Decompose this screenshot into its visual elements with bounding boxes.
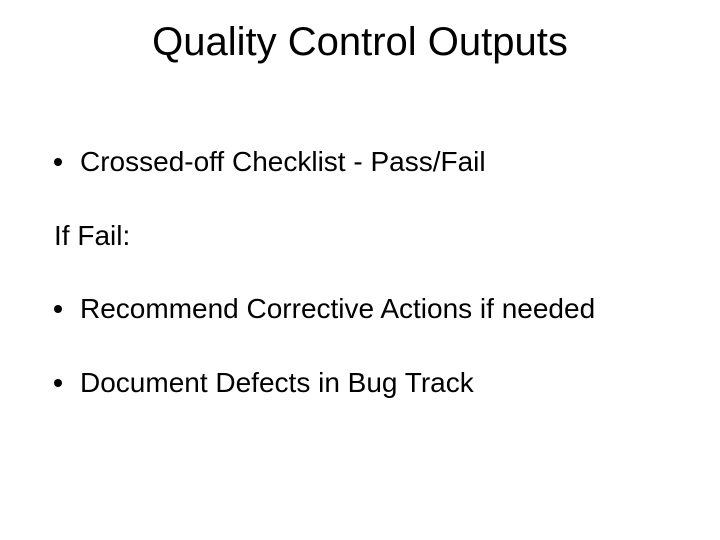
bullet-text: Crossed-off Checklist - Pass/Fail — [80, 145, 486, 179]
bullet-item: Crossed-off Checklist - Pass/Fail — [54, 145, 666, 179]
bullet-item: Recommend Corrective Actions if needed — [54, 292, 666, 326]
slide-title: Quality Control Outputs — [0, 20, 720, 65]
bullet-dot-icon — [54, 379, 62, 387]
slide: Quality Control Outputs Crossed-off Chec… — [0, 0, 720, 540]
slide-body: Crossed-off Checklist - Pass/Fail If Fai… — [54, 145, 666, 439]
bullet-dot-icon — [54, 158, 62, 166]
bullet-text: Recommend Corrective Actions if needed — [80, 292, 595, 326]
bullet-dot-icon — [54, 305, 62, 313]
bullet-item: Document Defects in Bug Track — [54, 366, 666, 400]
bullet-text: Document Defects in Bug Track — [80, 366, 474, 400]
if-fail-label: If Fail: — [54, 219, 666, 253]
